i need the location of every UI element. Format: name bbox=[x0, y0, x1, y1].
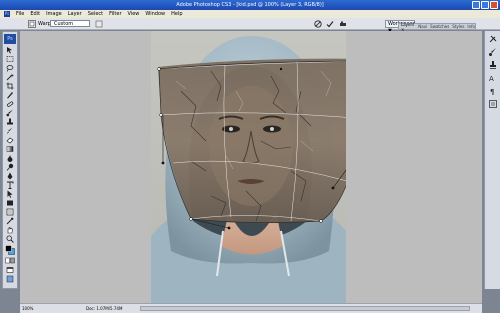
warp-style-value: Custom bbox=[54, 21, 74, 27]
menu-bar: Ps File Edit Image Layer Select Filter V… bbox=[0, 10, 500, 18]
title-bar: Adobe Photoshop CS3 - [kid.psd @ 100% (L… bbox=[0, 0, 500, 10]
svg-text:¶: ¶ bbox=[490, 88, 494, 96]
tab-info[interactable]: Info bbox=[467, 24, 475, 29]
eyedropper-tool-icon[interactable] bbox=[4, 217, 16, 225]
cancel-transform-icon[interactable] bbox=[314, 20, 322, 28]
tab-navigator[interactable]: Navi bbox=[418, 24, 427, 29]
edit-in-imageready-icon[interactable] bbox=[4, 275, 16, 283]
window-controls bbox=[472, 1, 498, 9]
eraser-tool-icon[interactable] bbox=[4, 136, 16, 144]
move-tool-icon[interactable] bbox=[4, 46, 16, 54]
bridge-icon[interactable] bbox=[339, 20, 347, 28]
toolbox-logo-icon: Ps bbox=[4, 34, 16, 44]
menu-file[interactable]: File bbox=[16, 11, 24, 17]
dodge-tool-icon[interactable] bbox=[4, 163, 16, 171]
status-bar: 100% Doc: 1.07M/5.74M bbox=[20, 303, 482, 313]
svg-text:A: A bbox=[489, 75, 494, 83]
menu-select[interactable]: Select bbox=[88, 11, 103, 17]
maximize-button[interactable] bbox=[481, 1, 489, 9]
close-button[interactable] bbox=[490, 1, 498, 9]
type-tool-icon[interactable] bbox=[4, 181, 16, 189]
brush-preset-icon[interactable] bbox=[487, 47, 499, 57]
color-swatches-icon[interactable] bbox=[4, 244, 16, 256]
zoom-tool-icon[interactable] bbox=[4, 235, 16, 243]
zoom-level[interactable]: 100% bbox=[22, 304, 33, 313]
panel-tabs: Layers × Navi Swatches Styles Info bbox=[398, 22, 476, 32]
menu-image[interactable]: Image bbox=[46, 11, 62, 17]
canvas-area[interactable] bbox=[20, 31, 482, 303]
notes-tool-icon[interactable] bbox=[4, 208, 16, 216]
transform-tool-icon[interactable] bbox=[28, 20, 36, 28]
tab-swatches[interactable]: Swatches bbox=[430, 24, 449, 29]
history-brush-tool-icon[interactable] bbox=[4, 127, 16, 135]
blur-tool-icon[interactable] bbox=[4, 154, 16, 162]
menu-help[interactable]: Help bbox=[171, 11, 182, 17]
tools-preset-icon[interactable] bbox=[487, 34, 499, 44]
window-title: Adobe Photoshop CS3 - [kid.psd @ 100% (L… bbox=[176, 2, 324, 8]
menu-view[interactable]: View bbox=[128, 11, 140, 17]
right-panel-dock: A ¶ bbox=[484, 31, 500, 289]
paragraph-icon[interactable]: ¶ bbox=[487, 86, 499, 96]
app-logo-icon: Ps bbox=[4, 11, 10, 17]
marquee-tool-icon[interactable] bbox=[4, 55, 16, 63]
document-canvas[interactable] bbox=[151, 31, 346, 303]
horizontal-scrollbar[interactable] bbox=[140, 306, 470, 311]
minimize-button[interactable] bbox=[472, 1, 480, 9]
menu-window[interactable]: Window bbox=[145, 11, 165, 17]
character-icon[interactable]: A bbox=[487, 73, 499, 83]
photo-content[interactable] bbox=[151, 31, 346, 303]
path-selection-tool-icon[interactable] bbox=[4, 190, 16, 198]
layer-comps-icon[interactable] bbox=[487, 99, 499, 109]
quick-mask-icon[interactable] bbox=[4, 257, 16, 265]
hand-tool-icon[interactable] bbox=[4, 226, 16, 234]
magic-wand-tool-icon[interactable] bbox=[4, 73, 16, 81]
menu-edit[interactable]: Edit bbox=[30, 11, 40, 17]
shape-tool-icon[interactable] bbox=[4, 199, 16, 207]
gradient-tool-icon[interactable] bbox=[4, 145, 16, 153]
tab-layers[interactable]: Layers × bbox=[401, 22, 415, 32]
crop-tool-icon[interactable] bbox=[4, 82, 16, 90]
document-size[interactable]: Doc: 1.07M/5.74M bbox=[86, 304, 122, 313]
healing-brush-tool-icon[interactable] bbox=[4, 100, 16, 108]
menu-layer[interactable]: Layer bbox=[68, 11, 82, 17]
clone-stamp-tool-icon[interactable] bbox=[4, 118, 16, 126]
lasso-tool-icon[interactable] bbox=[4, 64, 16, 72]
slice-tool-icon[interactable] bbox=[4, 91, 16, 99]
pen-tool-icon[interactable] bbox=[4, 172, 16, 180]
toolbox: Ps bbox=[2, 31, 18, 289]
commit-transform-icon[interactable] bbox=[326, 20, 334, 28]
warp-style-select[interactable]: Custom bbox=[50, 20, 90, 27]
warp-orientation-icon[interactable] bbox=[95, 20, 103, 28]
brush-tool-icon[interactable] bbox=[4, 109, 16, 117]
tab-styles[interactable]: Styles bbox=[452, 24, 464, 29]
clone-source-icon[interactable] bbox=[487, 60, 499, 70]
menu-filter[interactable]: Filter bbox=[109, 11, 121, 17]
screen-mode-icon[interactable] bbox=[4, 266, 16, 274]
